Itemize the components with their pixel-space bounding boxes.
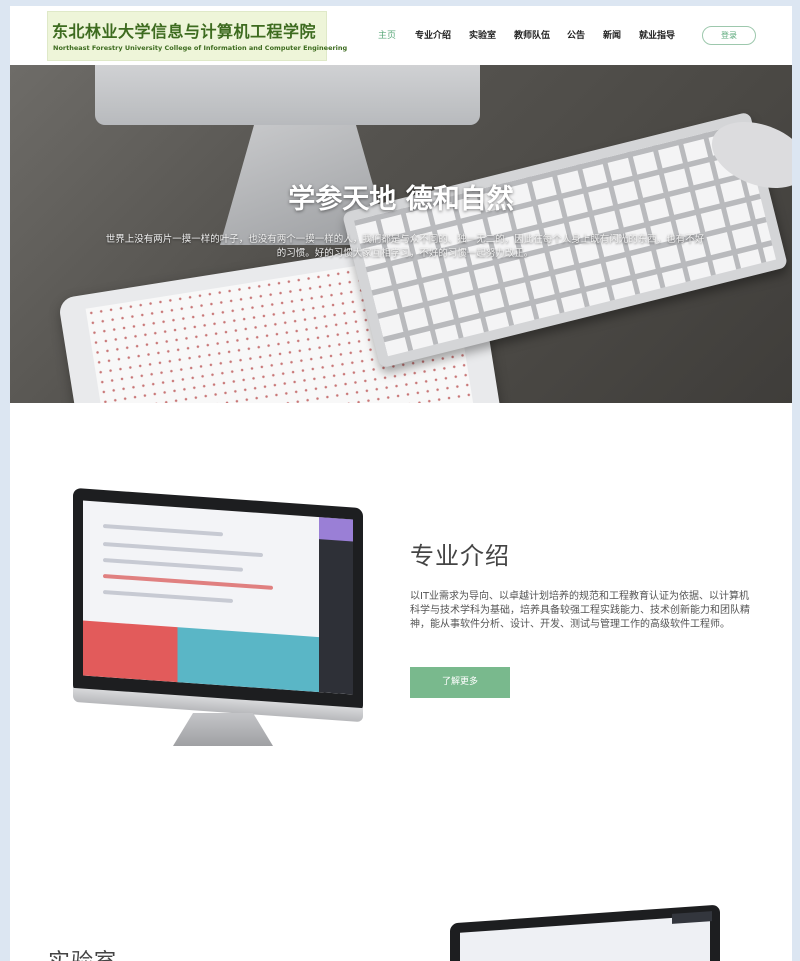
logo-title-en: Northeast Forestry University College of… (53, 44, 348, 52)
intro-imac-image (73, 487, 363, 746)
logo-title-cn: 东北林业大学信息与计算机工程学院 (52, 22, 317, 41)
intro-section-title: 专业介绍 (410, 542, 510, 570)
nav-news[interactable]: 新闻 (603, 28, 621, 41)
login-button[interactable]: 登录 (702, 26, 756, 45)
imac-sidebar (319, 517, 353, 695)
lab-section-title: 实验室 (48, 944, 117, 961)
college-logo[interactable]: 东北林业大学信息与计算机工程学院 Northeast Forestry Univ… (47, 11, 347, 61)
imac-row (103, 523, 223, 537)
imac-screen (83, 500, 353, 695)
imac-frame (73, 487, 363, 714)
imac-row (103, 573, 273, 590)
nav-major-intro[interactable]: 专业介绍 (415, 28, 451, 41)
hero-banner: 学参天地 德和自然 世界上没有两片一摸一样的叶子，也没有两个一摸一样的人，我们都… (10, 65, 792, 403)
intro-section-text: 以IT业需求为导向、以卓越计划培养的规范和工程教育认证为依据、以计算机科学与技术… (410, 591, 750, 630)
nav-career-guidance[interactable]: 就业指导 (639, 28, 675, 41)
imac-stand (173, 713, 273, 746)
site-header: 东北林业大学信息与计算机工程学院 Northeast Forestry Univ… (10, 6, 792, 65)
hero-title: 学参天地 德和自然 (288, 184, 514, 215)
nav-lab[interactable]: 实验室 (469, 28, 496, 41)
imac-row (103, 589, 233, 604)
nav-announcements[interactable]: 公告 (567, 28, 585, 41)
imac-row (103, 557, 243, 572)
hero-text: 世界上没有两片一摸一样的叶子，也没有两个一摸一样的人，我们都是与众不同的、独一无… (105, 234, 705, 259)
hero-monitor-image (95, 65, 480, 125)
nav-faculty[interactable]: 教师队伍 (514, 28, 550, 41)
learn-more-button[interactable]: 了解更多 (410, 667, 510, 698)
nav-home[interactable]: 主页 (378, 28, 396, 41)
imac-chart-area (83, 620, 319, 693)
imac-row (103, 541, 263, 558)
lab-imac-image (450, 904, 720, 961)
page: 东北林业大学信息与计算机工程学院 Northeast Forestry Univ… (10, 6, 792, 961)
imac-sidebar-header (319, 517, 353, 542)
